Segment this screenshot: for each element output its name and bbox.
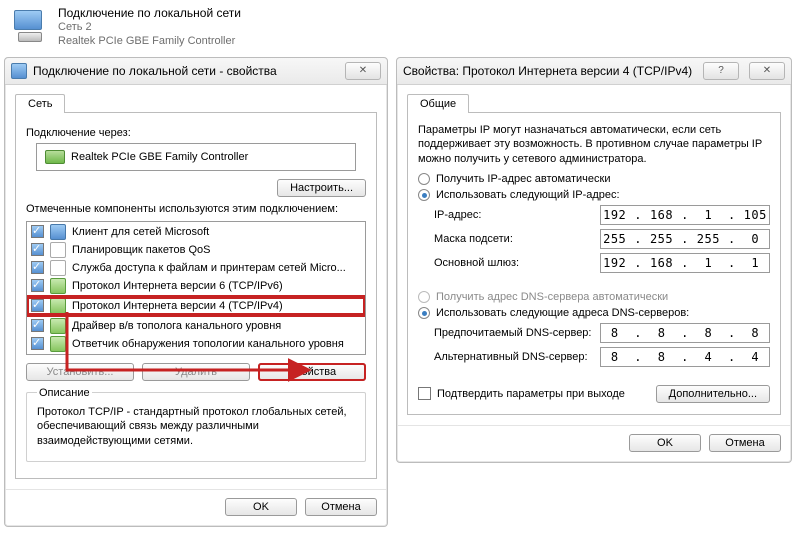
description-legend: Описание xyxy=(37,387,92,399)
ok-button[interactable]: OK xyxy=(629,434,701,452)
intro-text: Параметры IP могут назначаться автоматич… xyxy=(418,123,770,168)
checkbox[interactable] xyxy=(31,279,44,292)
configure-button[interactable]: Настроить... xyxy=(277,179,366,197)
ip-address-label: IP-адрес: xyxy=(434,209,600,221)
radio-icon xyxy=(418,291,430,303)
help-icon[interactable]: ? xyxy=(703,62,739,80)
validate-label: Подтвердить параметры при выходе xyxy=(437,388,625,400)
adapter-name: Realtek PCIe GBE Family Controller xyxy=(58,35,241,49)
radio-icon xyxy=(418,307,430,319)
lltd-driver-icon xyxy=(50,318,66,334)
dialog-title: Свойства: Протокол Интернета версии 4 (T… xyxy=(403,64,697,78)
description-group: Описание Протокол TCP/IP - стандартный п… xyxy=(26,387,366,463)
checkbox[interactable] xyxy=(31,261,44,274)
connect-via-label: Подключение через: xyxy=(26,127,366,139)
ok-button[interactable]: OK xyxy=(225,498,297,516)
ip-address-input[interactable]: 192. 168. 1. 105 xyxy=(600,205,770,225)
advanced-button[interactable]: Дополнительно... xyxy=(656,385,770,403)
file-print-icon xyxy=(50,260,66,276)
list-item[interactable]: Клиент для сетей Microsoft xyxy=(27,223,365,241)
ipv4-icon xyxy=(50,298,66,314)
close-icon[interactable]: ✕ xyxy=(749,62,785,80)
list-item[interactable]: Протокол Интернета версии 6 (TCP/IPv6) xyxy=(27,277,365,295)
list-item[interactable]: Ответчик обнаружения топологии канальног… xyxy=(27,335,365,353)
properties-button[interactable]: Свойства xyxy=(258,363,366,381)
validate-checkbox[interactable] xyxy=(418,387,431,400)
dialog-title: Подключение по локальной сети - свойства xyxy=(33,64,339,78)
ipv6-icon xyxy=(50,278,66,294)
remove-button[interactable]: Удалить xyxy=(142,363,250,381)
list-item[interactable]: Планировщик пакетов QoS xyxy=(27,241,365,259)
cancel-button[interactable]: Отмена xyxy=(305,498,377,516)
dns2-label: Альтернативный DNS-сервер: xyxy=(434,351,600,363)
subnet-mask-label: Маска подсети: xyxy=(434,233,600,245)
checkbox[interactable] xyxy=(31,299,44,312)
lltd-responder-icon xyxy=(50,336,66,352)
install-button[interactable]: Установить... xyxy=(26,363,134,381)
ipv4-properties-dialog: Свойства: Протокол Интернета версии 4 (T… xyxy=(396,57,792,464)
network-name: Сеть 2 xyxy=(58,21,241,35)
list-item[interactable]: Служба доступа к файлам и принтерам сете… xyxy=(27,259,365,277)
checkbox[interactable] xyxy=(31,225,44,238)
qos-icon xyxy=(50,242,66,258)
connection-title: Подключение по локальной сети xyxy=(58,6,241,21)
dns2-input[interactable]: 8. 8. 4. 4 xyxy=(600,347,770,367)
radio-dns-manual[interactable]: Использовать следующие адреса DNS-сервер… xyxy=(418,307,770,319)
list-item[interactable]: Драйвер в/в тополога канального уровня xyxy=(27,317,365,335)
cancel-button[interactable]: Отмена xyxy=(709,434,781,452)
radio-dns-auto: Получить адрес DNS-сервера автоматически xyxy=(418,291,770,303)
connection-properties-dialog: Подключение по локальной сети - свойства… xyxy=(4,57,388,528)
connection-header: Подключение по локальной сети Сеть 2 Rea… xyxy=(4,4,799,57)
tab-general[interactable]: Общие xyxy=(407,94,469,113)
client-icon xyxy=(50,224,66,240)
gateway-label: Основной шлюз: xyxy=(434,257,600,269)
dns1-input[interactable]: 8. 8. 8. 8 xyxy=(600,323,770,343)
dns1-label: Предпочитаемый DNS-сервер: xyxy=(434,327,600,339)
description-text: Протокол TCP/IP - стандартный протокол г… xyxy=(37,405,355,450)
adapter-field[interactable]: Realtek PCIe GBE Family Controller xyxy=(36,143,356,171)
checkbox[interactable] xyxy=(31,319,44,332)
radio-icon xyxy=(418,173,430,185)
components-label: Отмеченные компоненты используются этим … xyxy=(26,203,366,215)
checkbox[interactable] xyxy=(31,243,44,256)
adapter-text: Realtek PCIe GBE Family Controller xyxy=(71,151,248,163)
adapter-icon xyxy=(45,150,65,164)
tab-network[interactable]: Сеть xyxy=(15,94,65,113)
subnet-mask-input[interactable]: 255. 255. 255. 0 xyxy=(600,229,770,249)
gateway-input[interactable]: 192. 168. 1. 1 xyxy=(600,253,770,273)
components-list[interactable]: Клиент для сетей Microsoft Планировщик п… xyxy=(26,221,366,355)
list-item-ipv4[interactable]: Протокол Интернета версии 4 (TCP/IPv4) xyxy=(27,297,365,315)
close-icon[interactable]: ✕ xyxy=(345,62,381,80)
dialog-icon xyxy=(11,63,27,79)
radio-ip-auto[interactable]: Получить IP-адрес автоматически xyxy=(418,173,770,185)
radio-icon xyxy=(418,189,430,201)
checkbox[interactable] xyxy=(31,337,44,350)
radio-ip-manual[interactable]: Использовать следующий IP-адрес: xyxy=(418,189,770,201)
nic-icon xyxy=(10,10,50,44)
